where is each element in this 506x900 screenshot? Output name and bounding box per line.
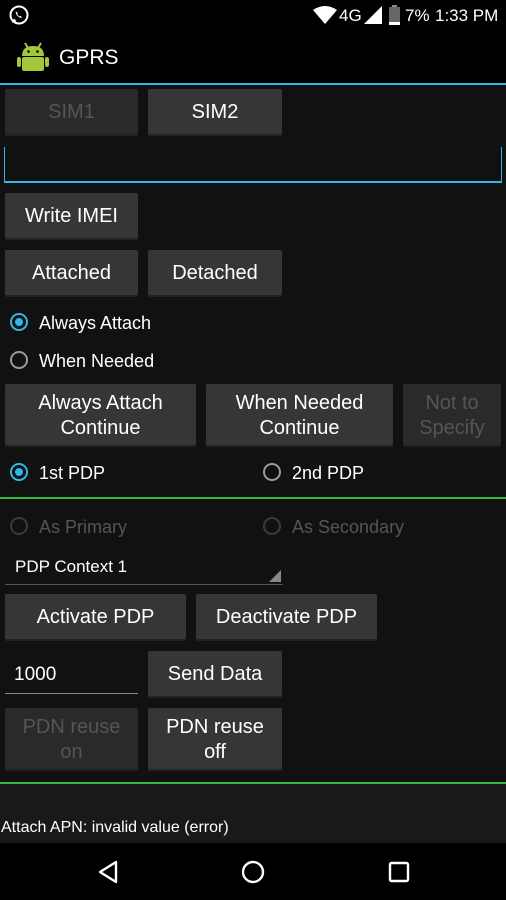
second-pdp-label: 2nd PDP xyxy=(292,463,365,483)
as-secondary-label: As Secondary xyxy=(292,517,405,537)
sim1-button[interactable]: SIM1 xyxy=(5,89,138,136)
status-bar: 4G 7% 1:33 PM xyxy=(0,0,506,30)
as-secondary-radio[interactable] xyxy=(263,517,281,535)
navigation-bar xyxy=(0,843,506,900)
when-needed-label: When Needed xyxy=(39,351,155,371)
recents-icon[interactable] xyxy=(388,861,410,883)
always-attach-label: Always Attach xyxy=(39,313,152,333)
pdn-reuse-off-button[interactable]: PDN reuse off xyxy=(148,708,282,771)
sim2-button[interactable]: SIM2 xyxy=(148,89,282,136)
wifi-icon xyxy=(313,6,337,24)
network-type: 4G xyxy=(339,6,362,25)
activate-pdp-button[interactable]: Activate PDP xyxy=(5,594,186,641)
back-icon[interactable] xyxy=(97,860,119,884)
status-area: Attach APN: invalid value (error) xyxy=(0,784,506,843)
android-icon xyxy=(17,42,49,71)
home-icon[interactable] xyxy=(241,860,265,884)
write-imei-button[interactable]: Write IMEI xyxy=(5,193,138,240)
data-size-value: 1000 xyxy=(14,664,57,685)
pdp-context-value: PDP Context 1 xyxy=(15,557,128,576)
status-message: Attach APN: invalid value (error) xyxy=(1,819,229,836)
battery-icon xyxy=(389,5,400,25)
when-needed-radio[interactable] xyxy=(10,351,28,369)
dropdown-corner-icon xyxy=(269,570,281,582)
app-title: GPRS xyxy=(59,46,119,69)
when-needed-continue-button[interactable]: When Needed Continue xyxy=(206,384,393,447)
as-primary-label: As Primary xyxy=(39,517,128,537)
always-attach-continue-button[interactable]: Always Attach Continue xyxy=(5,384,196,447)
as-primary-radio[interactable] xyxy=(10,517,28,535)
attached-button[interactable]: Attached xyxy=(5,250,138,297)
clock: 1:33 PM xyxy=(435,6,499,25)
action-bar: GPRS xyxy=(0,30,506,83)
imei-input[interactable] xyxy=(4,147,502,183)
pdp-context-spinner[interactable]: PDP Context 1 xyxy=(5,552,283,585)
section-divider xyxy=(0,497,506,499)
pdn-reuse-on-button[interactable]: PDN reuse on xyxy=(5,708,138,771)
second-pdp-radio[interactable] xyxy=(263,463,281,481)
gprs-panel: SIM1 SIM2 Write IMEI Attached Detached A… xyxy=(0,85,506,843)
whatsapp-icon xyxy=(9,5,29,25)
send-data-button[interactable]: Send Data xyxy=(148,651,282,698)
always-attach-radio[interactable] xyxy=(10,313,28,331)
data-size-input[interactable]: 1000 xyxy=(5,655,138,694)
first-pdp-label: 1st PDP xyxy=(39,463,106,483)
not-to-specify-button[interactable]: Not to Specify xyxy=(403,384,501,447)
battery-level: 7% xyxy=(405,6,430,25)
signal-icon xyxy=(364,6,382,24)
deactivate-pdp-button[interactable]: Deactivate PDP xyxy=(196,594,377,641)
first-pdp-radio[interactable] xyxy=(10,463,28,481)
detached-button[interactable]: Detached xyxy=(148,250,282,297)
